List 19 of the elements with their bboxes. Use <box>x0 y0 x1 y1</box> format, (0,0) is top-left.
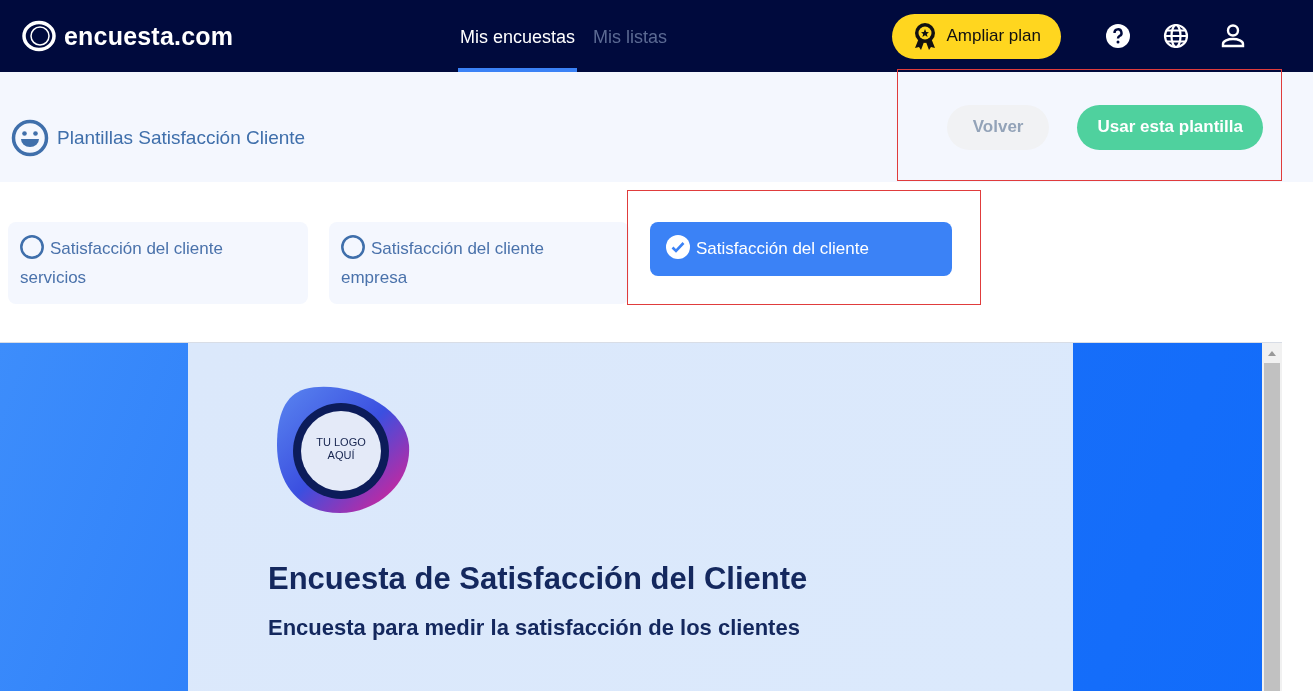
user-icon[interactable] <box>1221 23 1245 49</box>
help-icon[interactable] <box>1105 23 1131 49</box>
ring-logo-icon <box>22 20 56 52</box>
check-circle-icon <box>666 235 690 259</box>
radio-circle-icon <box>20 235 44 259</box>
scrollbar[interactable] <box>1262 343 1282 691</box>
template-option[interactable]: Satisfacción del cliente <box>650 222 952 276</box>
radio-circle-icon <box>341 235 365 259</box>
survey-title: Encuesta de Satisfacción del Cliente <box>268 561 809 597</box>
upgrade-button[interactable]: Ampliar plan <box>891 13 1061 59</box>
template-option[interactable]: Satisfacción del cliente servicios <box>8 222 308 304</box>
nav-tab[interactable]: Mis listas <box>591 0 670 72</box>
page-title: Plantillas Satisfacción Cliente <box>57 127 306 149</box>
smiley-icon <box>11 119 49 157</box>
logo-placeholder-drawing: TU LOGO AQUÍ <box>275 385 411 515</box>
survey-subtitle: Encuesta para medir la satisfacción de los clientes <box>268 615 801 641</box>
template-option[interactable]: Satisfacción del cliente empresa <box>329 222 629 304</box>
brand-name[interactable]: encuesta.com <box>64 21 234 51</box>
globe-icon[interactable] <box>1163 23 1189 49</box>
